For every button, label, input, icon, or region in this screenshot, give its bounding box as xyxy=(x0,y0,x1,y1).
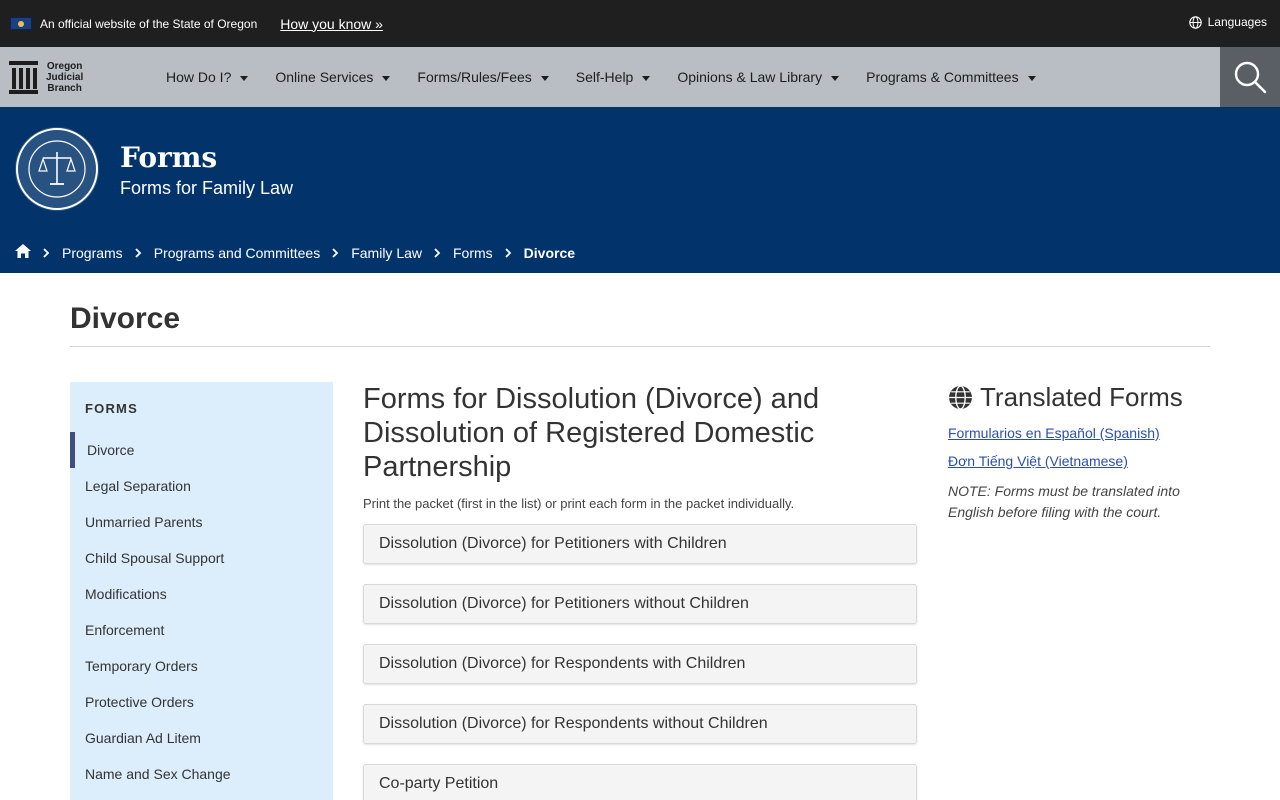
chevron-right-icon xyxy=(434,247,441,258)
accordion-petitioners-with-children[interactable]: Dissolution (Divorce) for Petitioners wi… xyxy=(363,524,917,564)
nav-item-opinions-law-library[interactable]: Opinions & Law Library xyxy=(677,69,840,85)
accordion-respondents-without-children[interactable]: Dissolution (Divorce) for Respondents wi… xyxy=(363,704,917,744)
sidenav-item-protective-orders[interactable]: Protective Orders xyxy=(70,684,333,720)
logo-line-2: Judicial xyxy=(46,71,84,83)
nav-item-online-services[interactable]: Online Services xyxy=(275,69,391,85)
forms-sidenav: FORMS Divorce Legal Separation Unmarried… xyxy=(70,382,333,800)
sidenav-item-modifications[interactable]: Modifications xyxy=(70,576,333,612)
heading-divider xyxy=(70,346,1210,347)
spanish-forms-link[interactable]: Formularios en Español (Spanish) xyxy=(948,425,1210,441)
breadcrumb-family-law[interactable]: Family Law xyxy=(351,245,422,261)
search-button[interactable] xyxy=(1220,47,1280,107)
sidenav-item-guardian-ad-litem[interactable]: Guardian Ad Litem xyxy=(70,720,333,756)
sidenav-item-unmarried-parents[interactable]: Unmarried Parents xyxy=(70,504,333,540)
caret-down-icon xyxy=(642,75,651,81)
forms-accordion: Dissolution (Divorce) for Petitioners wi… xyxy=(363,524,917,800)
chevron-right-icon xyxy=(505,247,512,258)
globe-icon xyxy=(949,385,972,410)
sidenav-item-enforcement[interactable]: Enforcement xyxy=(70,612,333,648)
breadcrumb: Programs Programs and Committees Family … xyxy=(15,244,575,261)
translation-note: NOTE: Forms must be translated into Engl… xyxy=(948,483,1180,520)
nav-item-label: Programs & Committees xyxy=(866,69,1019,85)
caret-down-icon xyxy=(382,75,391,81)
accordion-co-party-petition[interactable]: Co-party Petition xyxy=(363,764,917,800)
page-title: Divorce xyxy=(70,302,181,335)
caret-down-icon xyxy=(240,75,249,81)
ojb-logo[interactable]: Oregon Judicial Branch xyxy=(9,60,154,94)
nav-item-label: How Do I? xyxy=(166,69,232,85)
nav-item-forms-rules-fees[interactable]: Forms/Rules/Fees xyxy=(417,69,549,85)
nav-item-label: Forms/Rules/Fees xyxy=(417,69,532,85)
oregon-flag-icon xyxy=(10,17,32,30)
chevron-right-icon xyxy=(43,247,50,258)
sidenav-item-child-spousal-support[interactable]: Child Spousal Support xyxy=(70,540,333,576)
languages-button[interactable]: Languages xyxy=(1188,15,1267,29)
breadcrumb-programs-and-committees[interactable]: Programs and Committees xyxy=(154,245,321,261)
forms-intro-text: Print the packet (first in the list) or … xyxy=(363,496,795,511)
official-website-text: An official website of the State of Oreg… xyxy=(40,16,258,31)
nav-item-label: Online Services xyxy=(275,69,374,85)
breadcrumb-current-divorce: Divorce xyxy=(523,244,576,261)
sidenav-list: Divorce Legal Separation Unmarried Paren… xyxy=(70,432,333,792)
caret-down-icon xyxy=(540,75,549,81)
logo-line-1: Oregon xyxy=(46,60,83,72)
accordion-petitioners-without-children[interactable]: Dissolution (Divorce) for Petitioners wi… xyxy=(363,584,917,624)
nav-item-label: Opinions & Law Library xyxy=(677,69,823,85)
nav-item-label: Self-Help xyxy=(575,69,634,85)
caret-down-icon xyxy=(1027,75,1036,81)
sidenav-item-divorce[interactable]: Divorce xyxy=(70,432,333,468)
sidenav-item-temporary-orders[interactable]: Temporary Orders xyxy=(70,648,333,684)
how-you-know-link[interactable]: How you know » xyxy=(280,16,383,32)
chevron-right-icon xyxy=(135,247,142,258)
search-icon xyxy=(1234,61,1267,94)
forms-section-title: Forms for Dissolution (Divorce) and Diss… xyxy=(363,383,820,483)
vietnamese-forms-link[interactable]: Đơn Tiếng Việt (Vietnamese) xyxy=(948,453,1210,469)
home-icon xyxy=(15,244,31,258)
caret-down-icon xyxy=(831,75,840,81)
accordion-respondents-with-children[interactable]: Dissolution (Divorce) for Respondents wi… xyxy=(363,644,917,684)
ojb-logo-text: Oregon Judicial Branch xyxy=(46,61,83,94)
sidenav-title: FORMS xyxy=(85,401,138,416)
main-content: Forms for Dissolution (Divorce) and Diss… xyxy=(363,382,917,800)
breadcrumb-home[interactable] xyxy=(15,244,31,261)
sidenav-item-legal-separation[interactable]: Legal Separation xyxy=(70,468,333,504)
nav-item-programs-committees[interactable]: Programs & Committees xyxy=(866,69,1036,85)
translated-forms-heading: Translated Forms xyxy=(948,382,1210,413)
languages-label: Languages xyxy=(1207,15,1267,29)
banner-title: Forms xyxy=(120,141,218,174)
translated-forms-title: Translated Forms xyxy=(980,382,1183,412)
judicial-department-seal-icon xyxy=(15,127,99,211)
banner-subtitle: Forms for Family Law xyxy=(120,178,294,198)
globe-icon xyxy=(1188,15,1202,29)
chevron-right-icon xyxy=(332,247,339,258)
main-navigation: Oregon Judicial Branch How Do I? Online … xyxy=(0,47,1280,107)
breadcrumb-programs[interactable]: Programs xyxy=(62,245,123,261)
official-banner: An official website of the State of Oreg… xyxy=(0,0,1280,47)
nav-item-how-do-i[interactable]: How Do I? xyxy=(166,69,249,85)
page-banner: Forms Forms for Family Law Programs Prog… xyxy=(0,107,1280,273)
nav-menu: How Do I? Online Services Forms/Rules/Fe… xyxy=(166,69,1063,85)
nav-item-self-help[interactable]: Self-Help xyxy=(576,69,651,85)
logo-line-3: Branch xyxy=(47,82,82,94)
sidenav-item-name-and-sex-change[interactable]: Name and Sex Change xyxy=(70,756,333,792)
courthouse-icon xyxy=(9,60,38,94)
breadcrumb-forms[interactable]: Forms xyxy=(453,245,493,261)
translated-forms-panel: Translated Forms Formularios en Español … xyxy=(948,382,1210,523)
